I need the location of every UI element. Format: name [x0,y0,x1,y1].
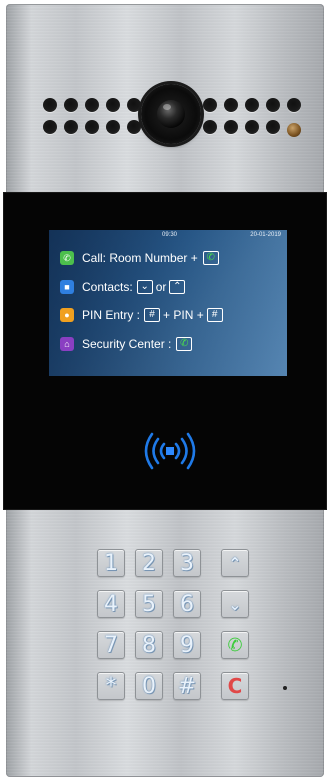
chevron-down-icon: ⌄ [136,280,153,294]
lcd-screen: 09:30 20-01-2019 ✆ Call: Room Number + ✆… [49,230,287,376]
key-label: 9 [180,632,194,658]
speaker-hole [43,120,57,134]
key-2[interactable]: 2 [135,549,163,577]
instruction-pin-middle: + PIN + [163,308,204,322]
camera-glint [163,104,171,110]
key-label: 3 [180,550,194,576]
key-3[interactable]: 3 [173,549,201,577]
key-label: 0 [142,673,156,699]
instruction-security-label: Security Center : [82,337,172,351]
speaker-hole [106,120,120,134]
chevron-up-icon: ⌃ [169,280,186,294]
key-label: 6 [180,591,194,617]
camera-lens [141,84,201,144]
speaker-hole [224,120,238,134]
speaker-hole [127,98,141,112]
speaker-hole [203,98,217,112]
key-call[interactable]: ✆ [221,631,249,659]
status-led [287,123,301,137]
speaker-hole [85,120,99,134]
speaker-hole [43,98,57,112]
microphone-hole [283,686,287,690]
chevron-up-icon: ⌃ [228,553,242,573]
hash-key-icon: # [144,308,161,322]
instruction-pin-label: PIN Entry : [82,308,141,322]
speaker-hole [203,120,217,134]
key-star[interactable]: * [97,672,125,700]
instruction-contacts-label: Contacts: [82,280,133,294]
security-house-icon: ⌂ [60,337,74,351]
status-bar: 09:30 20-01-2019 [49,230,287,240]
phone-handset-icon: ✆ [176,337,193,351]
key-label: 2 [142,550,156,576]
instruction-contacts: ■ Contacts: ⌄ or ⌃ [60,278,188,296]
key-label: # [177,673,197,699]
hash-key-icon: # [206,308,223,322]
speaker-hole [106,98,120,112]
contacts-icon: ■ [60,280,74,294]
key-label: * [105,673,117,699]
key-hash[interactable]: # [173,672,201,700]
instruction-pin: ● PIN Entry : # + PIN + # [60,306,226,324]
speaker-hole [266,120,280,134]
speaker-hole [266,98,280,112]
speaker-hole [245,120,259,134]
key-7[interactable]: 7 [97,631,125,659]
display-front-panel: 09:30 20-01-2019 ✆ Call: Room Number + ✆… [3,192,327,510]
key-8[interactable]: 8 [135,631,163,659]
speaker-hole [245,98,259,112]
instruction-security: ⌂ Security Center : ✆ [60,335,195,353]
phone-handset-icon: ✆ [227,634,243,656]
lock-icon: ● [60,308,74,322]
speaker-hole [64,120,78,134]
speaker-hole [64,98,78,112]
instruction-contacts-or: or [155,280,167,294]
cancel-key-label: C [227,674,243,698]
speaker-hole [224,98,238,112]
key-down[interactable]: ⌄ [221,590,249,618]
key-label: 8 [142,632,156,658]
instruction-call-label: Call: Room Number + [82,251,198,265]
phone-icon: ✆ [60,251,74,265]
key-label: 1 [104,550,118,576]
key-up[interactable]: ⌃ [221,549,249,577]
chevron-down-icon: ⌄ [228,594,242,614]
speaker-hole [85,98,99,112]
status-date: 20-01-2019 [250,232,281,238]
status-time: 09:30 [162,232,178,238]
key-cancel[interactable]: C [221,672,249,700]
key-label: 7 [104,632,118,658]
speaker-hole [287,98,301,112]
key-5[interactable]: 5 [135,590,163,618]
speaker-hole [127,120,141,134]
key-9[interactable]: 9 [173,631,201,659]
phone-handset-icon: ✆ [202,251,219,265]
camera-lens-glass [157,100,185,128]
key-4[interactable]: 4 [97,590,125,618]
key-1[interactable]: 1 [97,549,125,577]
nfc-card-reader-icon[interactable] [138,426,202,476]
key-label: 4 [104,591,118,617]
key-6[interactable]: 6 [173,590,201,618]
key-label: 5 [142,591,156,617]
key-0[interactable]: 0 [135,672,163,700]
instruction-call: ✆ Call: Room Number + ✆ [60,249,222,267]
